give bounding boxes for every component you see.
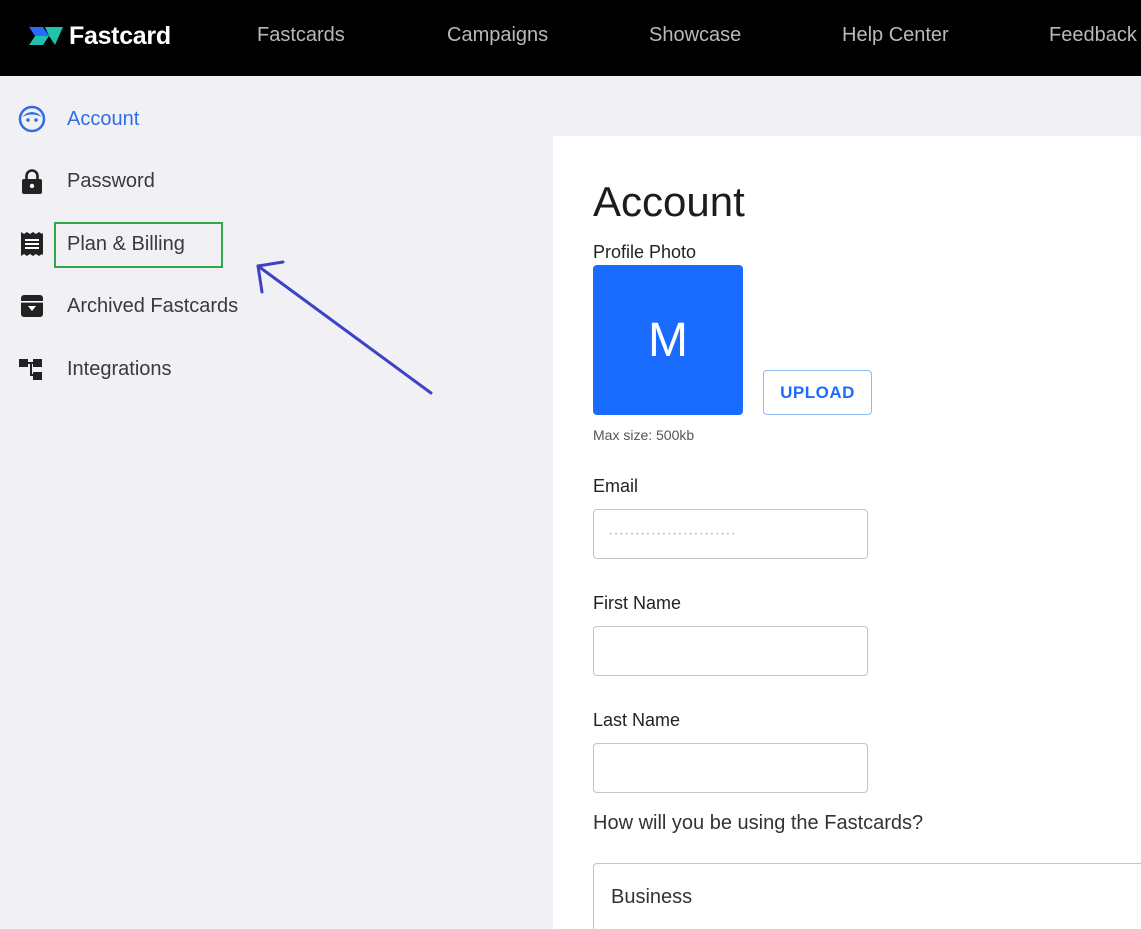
usage-question: How will you be using the Fastcards?: [593, 812, 924, 834]
sidebar-item-label: Integrations: [67, 357, 172, 380]
profile-photo-label: Profile Photo: [593, 242, 697, 262]
integrations-icon: [18, 355, 46, 383]
avatar-initial: M: [648, 313, 688, 367]
max-size-hint: Max size: 500kb: [593, 427, 695, 443]
sidebar-item-plan-billing[interactable]: Plan & Billing: [18, 228, 185, 260]
logo-text: Fastcard: [69, 21, 171, 50]
nav-feedback[interactable]: Feedback: [1049, 24, 1137, 47]
top-nav-bar: Fastcard Fastcards Campaigns Showcase He…: [0, 0, 1141, 76]
nav-fastcards[interactable]: Fastcards: [257, 24, 345, 47]
sidebar-item-label: Archived Fastcards: [67, 294, 239, 317]
usage-selected-value: Business: [611, 886, 693, 908]
sidebar-item-account[interactable]: Account: [18, 103, 139, 135]
first-name-label: First Name: [593, 593, 682, 613]
receipt-icon: [18, 230, 46, 258]
account-face-icon: [18, 105, 46, 133]
lock-icon: [18, 167, 46, 195]
first-name-field[interactable]: [593, 626, 868, 676]
upload-button[interactable]: UPLOAD: [763, 370, 872, 415]
sidebar-item-label: Password: [67, 169, 155, 192]
annotation-highlight-box: [54, 222, 223, 268]
annotation-arrow: [256, 260, 433, 395]
nav-help-center[interactable]: Help Center: [842, 24, 949, 47]
email-value: ························: [608, 525, 736, 542]
sidebar-item-label: Account: [67, 107, 140, 130]
last-name-field[interactable]: [593, 743, 868, 793]
fastcard-logo[interactable]: Fastcard: [29, 22, 171, 50]
usage-select[interactable]: Business: [593, 863, 1141, 929]
sidebar-item-archived-fastcards[interactable]: Archived Fastcards: [18, 290, 238, 322]
sidebar-item-integrations[interactable]: Integrations: [18, 353, 172, 385]
nav-campaigns[interactable]: Campaigns: [447, 24, 548, 47]
nav-showcase[interactable]: Showcase: [649, 24, 741, 47]
sidebar-item-password[interactable]: Password: [18, 165, 155, 197]
email-field[interactable]: ························: [593, 509, 868, 559]
last-name-label: Last Name: [593, 710, 681, 730]
fastcard-logo-icon: [29, 27, 63, 45]
page-title: Account: [593, 178, 745, 225]
archive-icon: [18, 292, 46, 320]
email-label: Email: [593, 476, 639, 496]
avatar: M: [593, 265, 743, 415]
